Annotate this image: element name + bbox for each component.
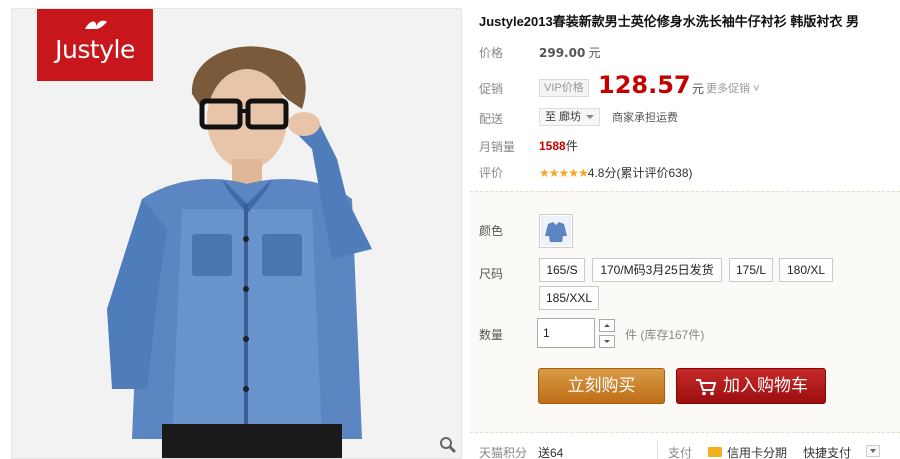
size-option-170m[interactable]: 170/M码3月25日发货 [592,258,722,282]
color-swatch[interactable] [539,214,573,248]
vip-price-tag: VIP价格 [539,79,589,97]
sales-count: 1588 [539,139,566,153]
arrow-up-icon [604,324,610,327]
location-select[interactable]: 至 廊坊 [539,108,601,126]
rating-label: 评价 [479,166,504,180]
add-to-cart-label: 加入购物车 [723,376,808,395]
size-option-175l[interactable]: 175/L [729,258,773,282]
cart-icon [696,379,717,396]
delivery-label: 配送 [479,112,504,126]
dropdown-arrow-icon [586,115,595,119]
product-title: Justyle2013春装新款男士英伦修身水洗长袖牛仔衬衫 韩版衬衣 男 [479,14,859,29]
arrow-down-icon [604,340,610,343]
more-promo-link[interactable]: 更多促销 ˅ [706,80,760,96]
buy-now-button[interactable]: 立刻购买 [538,368,665,404]
sales-unit: 件 [565,139,578,153]
expand-payment-button[interactable] [866,445,880,457]
quantity-decrease-button[interactable] [599,335,615,348]
chevron-down-icon [870,449,876,453]
zoom-icon[interactable] [439,436,457,454]
promo-currency: 元 [692,82,705,96]
original-price-currency: 元 [588,46,601,60]
shirt-thumbnail-icon [541,216,571,246]
shipping-info: 商家承担运费 [612,112,678,124]
quantity-label: 数量 [479,328,504,342]
original-price: 299.00 元 [539,44,601,61]
location-value: 至 廊坊 [545,111,582,123]
tmall-points-label: 天猫积分 [479,446,528,459]
size-option-180xl[interactable]: 180/XL [779,258,833,282]
color-label: 颜色 [479,224,504,238]
credit-card-installment[interactable]: 信用卡分期 [727,444,787,459]
price-label: 价格 [479,46,504,60]
quantity-input[interactable]: 1 [537,318,595,348]
promo-label: 促销 [479,82,504,96]
promo-price: 128.57 [598,71,691,99]
quantity-increase-button[interactable] [599,319,615,332]
tmall-points-value: 送64 [538,446,564,459]
more-promo-label: 更多促销 [706,83,750,95]
stock-info: 件 (库存167件) [625,328,705,342]
rating-summary[interactable]: ★★★★★4.8分(累计评价638) [539,164,693,181]
quick-pay[interactable]: 快捷支付 [803,444,851,459]
divider [657,441,658,459]
credit-card-icon [708,447,722,457]
rating-text: 4.8分(累计评价638) [587,166,693,180]
size-label: 尺码 [479,267,504,281]
size-option-165s[interactable]: 165/S [539,258,585,282]
leaf-icon [85,20,107,29]
star-rating-icon: ★★★★★ [539,166,589,180]
chevron-down-icon: ˅ [753,83,760,95]
sales-label: 月销量 [479,140,516,154]
size-option-185xxl[interactable]: 185/XXL [539,286,599,310]
payment-label: 支付 [668,446,693,459]
monthly-sales: 1588件 [539,137,578,154]
add-to-cart-button[interactable]: 加入购物车 [676,368,826,404]
original-price-value: 299.00 [539,46,586,60]
bottom-bar: 天猫积分 送64 支付 信用卡分期 快捷支付 [470,438,900,459]
model-photo [107,46,372,458]
product-image[interactable]: Justyle [11,8,462,459]
